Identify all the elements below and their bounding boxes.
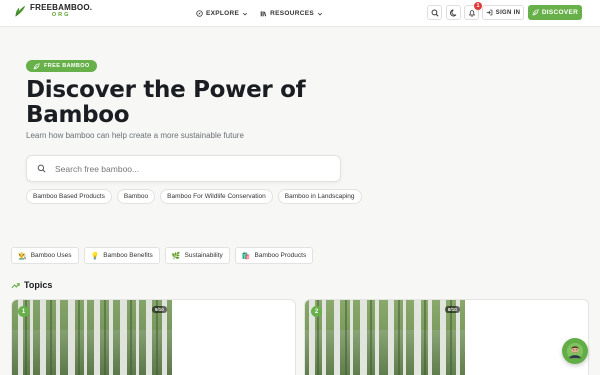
chat-assistant-button[interactable] bbox=[562, 338, 588, 364]
nav-explore-label: EXPLORE bbox=[206, 10, 240, 17]
search-button[interactable] bbox=[427, 5, 442, 20]
chevron-down-icon bbox=[243, 12, 248, 15]
nav-explore[interactable]: EXPLORE bbox=[196, 10, 248, 17]
site-logo[interactable]: FREEBAMBOO. ORG bbox=[13, 4, 92, 19]
topic-rank-badge: 1 bbox=[18, 306, 29, 317]
logo-title: FREEBAMBOO. bbox=[30, 3, 93, 12]
leaf-icon bbox=[33, 62, 40, 69]
trending-up-icon bbox=[11, 282, 20, 288]
category-label: Bamboo Benefits bbox=[103, 252, 153, 259]
sign-in-icon bbox=[486, 9, 493, 16]
moon-icon bbox=[449, 9, 456, 16]
search-icon bbox=[431, 9, 439, 17]
hero-badge-label: FREE BAMBOO bbox=[44, 63, 90, 69]
search-chip[interactable]: Bamboo in Landscaping bbox=[277, 189, 362, 204]
topics-header: Topics bbox=[11, 280, 52, 290]
category-bamboo-uses[interactable]: 👨‍🌾 Bamboo Uses bbox=[11, 247, 79, 264]
category-bamboo-benefits[interactable]: 💡 Bamboo Benefits bbox=[83, 247, 160, 264]
herb-icon: 🌿 bbox=[171, 252, 181, 260]
discover-button[interactable]: DISCOVER bbox=[528, 5, 582, 20]
lightbulb-icon: 💡 bbox=[90, 252, 100, 260]
category-label: Bamboo Products bbox=[254, 252, 307, 259]
search-chip[interactable]: Bamboo bbox=[116, 189, 156, 204]
bamboo-forest-image bbox=[12, 300, 172, 375]
category-bamboo-products[interactable]: 🛍️ Bamboo Products bbox=[234, 247, 314, 264]
topic-rating-badge: 8/10 bbox=[445, 306, 460, 313]
search-chip[interactable]: Bamboo For Wildlife Conservation bbox=[160, 189, 273, 204]
category-filters: 👨‍🌾 Bamboo Uses 💡 Bamboo Benefits 🌿 Sust… bbox=[11, 247, 318, 264]
search-input[interactable] bbox=[55, 163, 315, 174]
nav-resources[interactable]: RESOURCES bbox=[260, 10, 323, 17]
search-chip[interactable]: Bamboo Based Products bbox=[26, 189, 112, 204]
library-icon bbox=[260, 11, 267, 17]
nav-resources-label: RESOURCES bbox=[270, 10, 315, 17]
sign-in-button[interactable]: SIGN IN bbox=[482, 5, 524, 20]
topic-rank-badge: 2 bbox=[311, 306, 322, 317]
topic-card[interactable]: 1 9/10 bbox=[11, 299, 296, 375]
topic-card[interactable]: 2 8/10 bbox=[304, 299, 589, 375]
category-label: Bamboo Uses bbox=[30, 252, 72, 259]
category-label: Sustainability bbox=[184, 252, 223, 259]
farmer-icon: 👨‍🌾 bbox=[18, 252, 27, 260]
bamboo-forest-image bbox=[305, 300, 465, 375]
notification-count-badge: 1 bbox=[474, 2, 482, 10]
hero-badge: FREE BAMBOO bbox=[26, 60, 97, 72]
avatar-icon bbox=[566, 342, 584, 360]
sign-in-label: SIGN IN bbox=[495, 9, 521, 16]
top-navigation-bar: FREEBAMBOO. ORG EXPLORE RESOURCES 1 SIGN… bbox=[0, 0, 600, 27]
compass-icon bbox=[196, 10, 203, 17]
shopping-bags-icon: 🛍️ bbox=[241, 252, 251, 260]
search-bar[interactable] bbox=[26, 155, 341, 182]
suggested-searches: Bamboo Based Products Bamboo Bamboo For … bbox=[26, 189, 367, 204]
bell-icon bbox=[468, 9, 475, 17]
logo-subtitle: ORG bbox=[51, 12, 71, 18]
theme-toggle-button[interactable] bbox=[446, 5, 461, 20]
category-sustainability[interactable]: 🌿 Sustainability bbox=[164, 247, 230, 264]
leaf-icon bbox=[532, 9, 539, 16]
main-nav: EXPLORE RESOURCES bbox=[196, 0, 335, 27]
page-title: Discover the Power of Bamboo bbox=[26, 77, 306, 128]
notifications-button[interactable]: 1 bbox=[464, 2, 482, 20]
chevron-down-icon bbox=[317, 12, 323, 15]
page-subtitle: Learn how bamboo can help create a more … bbox=[26, 131, 244, 140]
bamboo-leaf-icon bbox=[15, 6, 26, 17]
topics-heading: Topics bbox=[24, 280, 53, 290]
topic-rating-badge: 9/10 bbox=[152, 306, 167, 313]
discover-label: DISCOVER bbox=[541, 9, 579, 16]
search-icon bbox=[37, 164, 46, 173]
